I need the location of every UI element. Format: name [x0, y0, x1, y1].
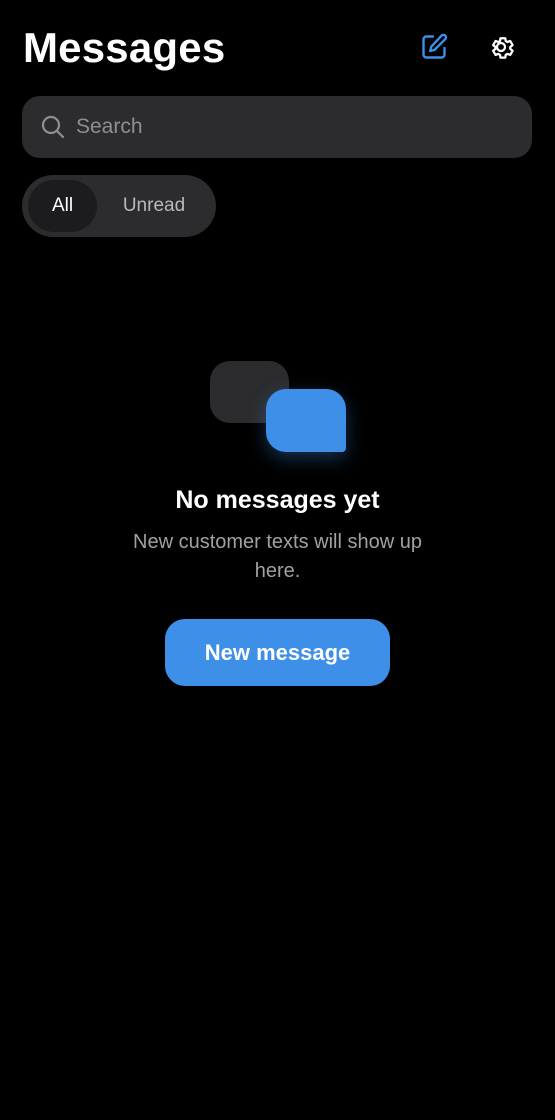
- search-input[interactable]: [76, 96, 516, 158]
- filter-tab-unread[interactable]: Unread: [104, 180, 204, 232]
- empty-state-subtitle: New customer texts will show up here.: [133, 531, 422, 582]
- search-icon: [41, 115, 65, 139]
- new-message-button[interactable]: New message: [165, 619, 390, 686]
- filter-tab-all[interactable]: All: [28, 180, 97, 232]
- compose-button[interactable]: [417, 30, 451, 64]
- compose-icon: [422, 33, 448, 59]
- header: Messages: [0, 0, 555, 96]
- blue-bubble-icon: [266, 389, 346, 452]
- search-bar[interactable]: [22, 96, 532, 158]
- settings-button[interactable]: [484, 30, 518, 64]
- empty-state-title: No messages yet: [175, 486, 380, 514]
- filter-segmented-control: All Unread: [22, 175, 216, 237]
- gear-icon: [492, 37, 514, 59]
- chat-bubbles-icon: [205, 355, 355, 465]
- page-title: Messages: [23, 24, 226, 71]
